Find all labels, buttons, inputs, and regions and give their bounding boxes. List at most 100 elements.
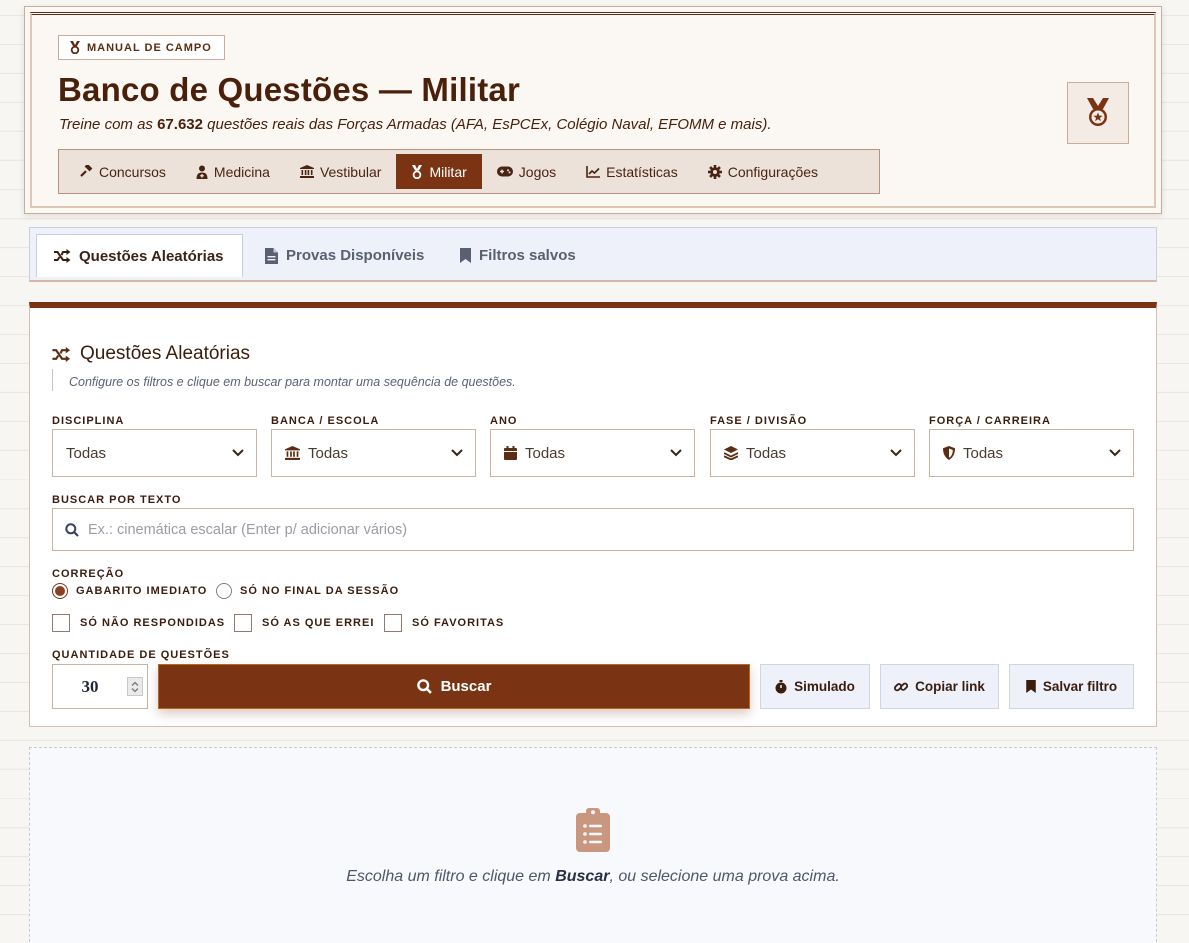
shuffle-icon (52, 346, 71, 362)
copy-link-button[interactable]: Copiar link (880, 664, 999, 709)
checkbox-label: SÓ AS QUE ERREI (262, 617, 375, 629)
checkbox[interactable] (384, 614, 402, 632)
simulado-button[interactable]: Simulado (760, 664, 870, 709)
shuffle-icon (54, 249, 71, 263)
bookmark-icon (1026, 680, 1036, 693)
select-value: Todas (66, 444, 107, 462)
tab-questoes-aleatorias[interactable]: Questões Aleatórias (36, 234, 243, 277)
chart-line-icon (586, 165, 601, 178)
empty-text-prefix: Escolha um filtro e clique em (346, 868, 551, 885)
nav-concursos[interactable]: Concursos (64, 154, 181, 189)
tab-filtros-salvos[interactable]: Filtros salvos (460, 234, 576, 277)
nav-vestibular[interactable]: Vestibular (285, 154, 396, 189)
nav-medicina[interactable]: Medicina (181, 154, 285, 189)
spinner-icon[interactable] (127, 677, 143, 696)
medal-icon (411, 164, 423, 179)
empty-state: Escolha um filtro e clique em Buscar, ou… (29, 747, 1157, 943)
chevron-down-icon (451, 449, 463, 457)
check-nao-respondidas[interactable]: SÓ NÃO RESPONDIDAS (52, 614, 225, 632)
fase-select[interactable]: Todas (710, 429, 915, 477)
banca-select[interactable]: Todas (271, 429, 476, 477)
button-label: Simulado (794, 679, 855, 694)
nav-configuracoes[interactable]: Configurações (693, 154, 833, 189)
building-columns-icon (299, 165, 314, 178)
button-label: Copiar link (915, 679, 985, 694)
checkbox[interactable] (234, 614, 252, 632)
calendar-icon (504, 446, 517, 460)
button-label: Buscar (440, 678, 492, 695)
chevron-down-icon (1109, 449, 1121, 457)
header-inner: MANUAL DE CAMPO Banco de Questões — Mili… (30, 12, 1156, 208)
forca-select[interactable]: Todas (929, 429, 1134, 477)
panel-hint: Configure os filtros e clique em buscar … (52, 369, 516, 391)
panel-title: Questões Aleatórias (52, 343, 250, 365)
search-button[interactable]: Buscar (158, 664, 750, 709)
select-value: Todas (963, 444, 1004, 462)
empty-state-text: Escolha um filtro e clique em Buscar, ou… (30, 868, 1156, 886)
ano-select[interactable]: Todas (490, 429, 695, 477)
page-subtitle: Treine com as 67.632 questões reais das … (59, 116, 772, 133)
radio-label: GABARITO IMEDIATO (76, 585, 208, 597)
tab-label: Questões Aleatórias (79, 247, 224, 265)
checkbox-label: SÓ FAVORITAS (412, 617, 505, 629)
nav-estatisticas[interactable]: Estatísticas (571, 154, 693, 189)
random-questions-panel: Questões Aleatórias Configure os filtros… (29, 302, 1157, 727)
search-icon (65, 522, 79, 537)
clipboard-list-icon (576, 808, 610, 852)
search-field (52, 508, 1134, 551)
tab-bar: Questões Aleatórias Provas Disponíveis F… (29, 227, 1157, 282)
radio-final-sessao[interactable]: SÓ NO FINAL DA SESSÃO (216, 583, 399, 599)
link-icon (894, 680, 909, 694)
empty-text-suffix: , ou selecione uma prova acima. (609, 868, 840, 885)
ano-label: ANO (490, 415, 518, 427)
gavel-icon (79, 164, 93, 179)
file-icon (265, 247, 278, 264)
disciplina-label: DISCIPLINA (52, 415, 125, 427)
medal-icon (69, 41, 81, 54)
checkbox[interactable] (52, 614, 70, 632)
quantity-value[interactable]: 30 (53, 677, 127, 697)
doctor-icon (196, 165, 208, 179)
question-count: 67.632 (157, 116, 203, 133)
emblem-button[interactable] (1067, 82, 1129, 144)
select-value: Todas (308, 444, 349, 462)
building-columns-icon (285, 446, 300, 460)
quantity-stepper[interactable]: 30 (52, 664, 148, 709)
nav-label: Concursos (99, 163, 166, 180)
save-filter-button[interactable]: Salvar filtro (1009, 664, 1134, 709)
nav-label: Jogos (518, 163, 557, 180)
nav-label: Vestibular (319, 163, 382, 180)
tab-label: Filtros salvos (479, 247, 576, 264)
forca-label: FORÇA / CARREIRA (929, 415, 1051, 427)
fase-label: FASE / DIVISÃO (710, 415, 808, 427)
page-title: Banco de Questões — Militar (58, 71, 521, 108)
manual-badge: MANUAL DE CAMPO (58, 35, 225, 60)
gear-icon (707, 164, 722, 179)
chevron-down-icon (890, 449, 902, 457)
nav-label: Configurações (727, 163, 819, 180)
quantity-label: QUANTIDADE DE QUESTÕES (52, 649, 230, 661)
check-favoritas[interactable]: SÓ FAVORITAS (384, 614, 504, 632)
radio-button[interactable] (52, 583, 68, 599)
check-que-errei[interactable]: SÓ AS QUE ERREI (234, 614, 374, 632)
panel-title-text: Questões Aleatórias (80, 343, 251, 364)
radio-button[interactable] (216, 583, 232, 599)
select-value: Todas (525, 444, 566, 462)
tab-provas-disponiveis[interactable]: Provas Disponíveis (265, 234, 424, 277)
nav-militar[interactable]: Militar (396, 154, 482, 189)
tab-label: Provas Disponíveis (286, 247, 425, 264)
search-input[interactable] (88, 521, 1133, 538)
header-card: MANUAL DE CAMPO Banco de Questões — Mili… (24, 6, 1162, 214)
banca-label: BANCA / ESCOLA (271, 415, 380, 427)
correction-label: CORREÇÃO (52, 568, 125, 580)
select-value: Todas (746, 444, 787, 462)
medal-icon (1085, 98, 1111, 128)
subtitle-suffix: questões reais das Forças Armadas (AFA, … (207, 116, 772, 133)
bookmark-icon (460, 248, 471, 263)
nav-jogos[interactable]: Jogos (482, 154, 571, 189)
disciplina-select[interactable]: Todas (52, 429, 257, 477)
radio-gabarito-imediato[interactable]: GABARITO IMEDIATO (52, 583, 207, 599)
radio-label: SÓ NO FINAL DA SESSÃO (240, 585, 400, 597)
main-nav: Concursos Medicina Vestibular Militar Jo… (58, 149, 880, 194)
chevron-down-icon (670, 449, 682, 457)
